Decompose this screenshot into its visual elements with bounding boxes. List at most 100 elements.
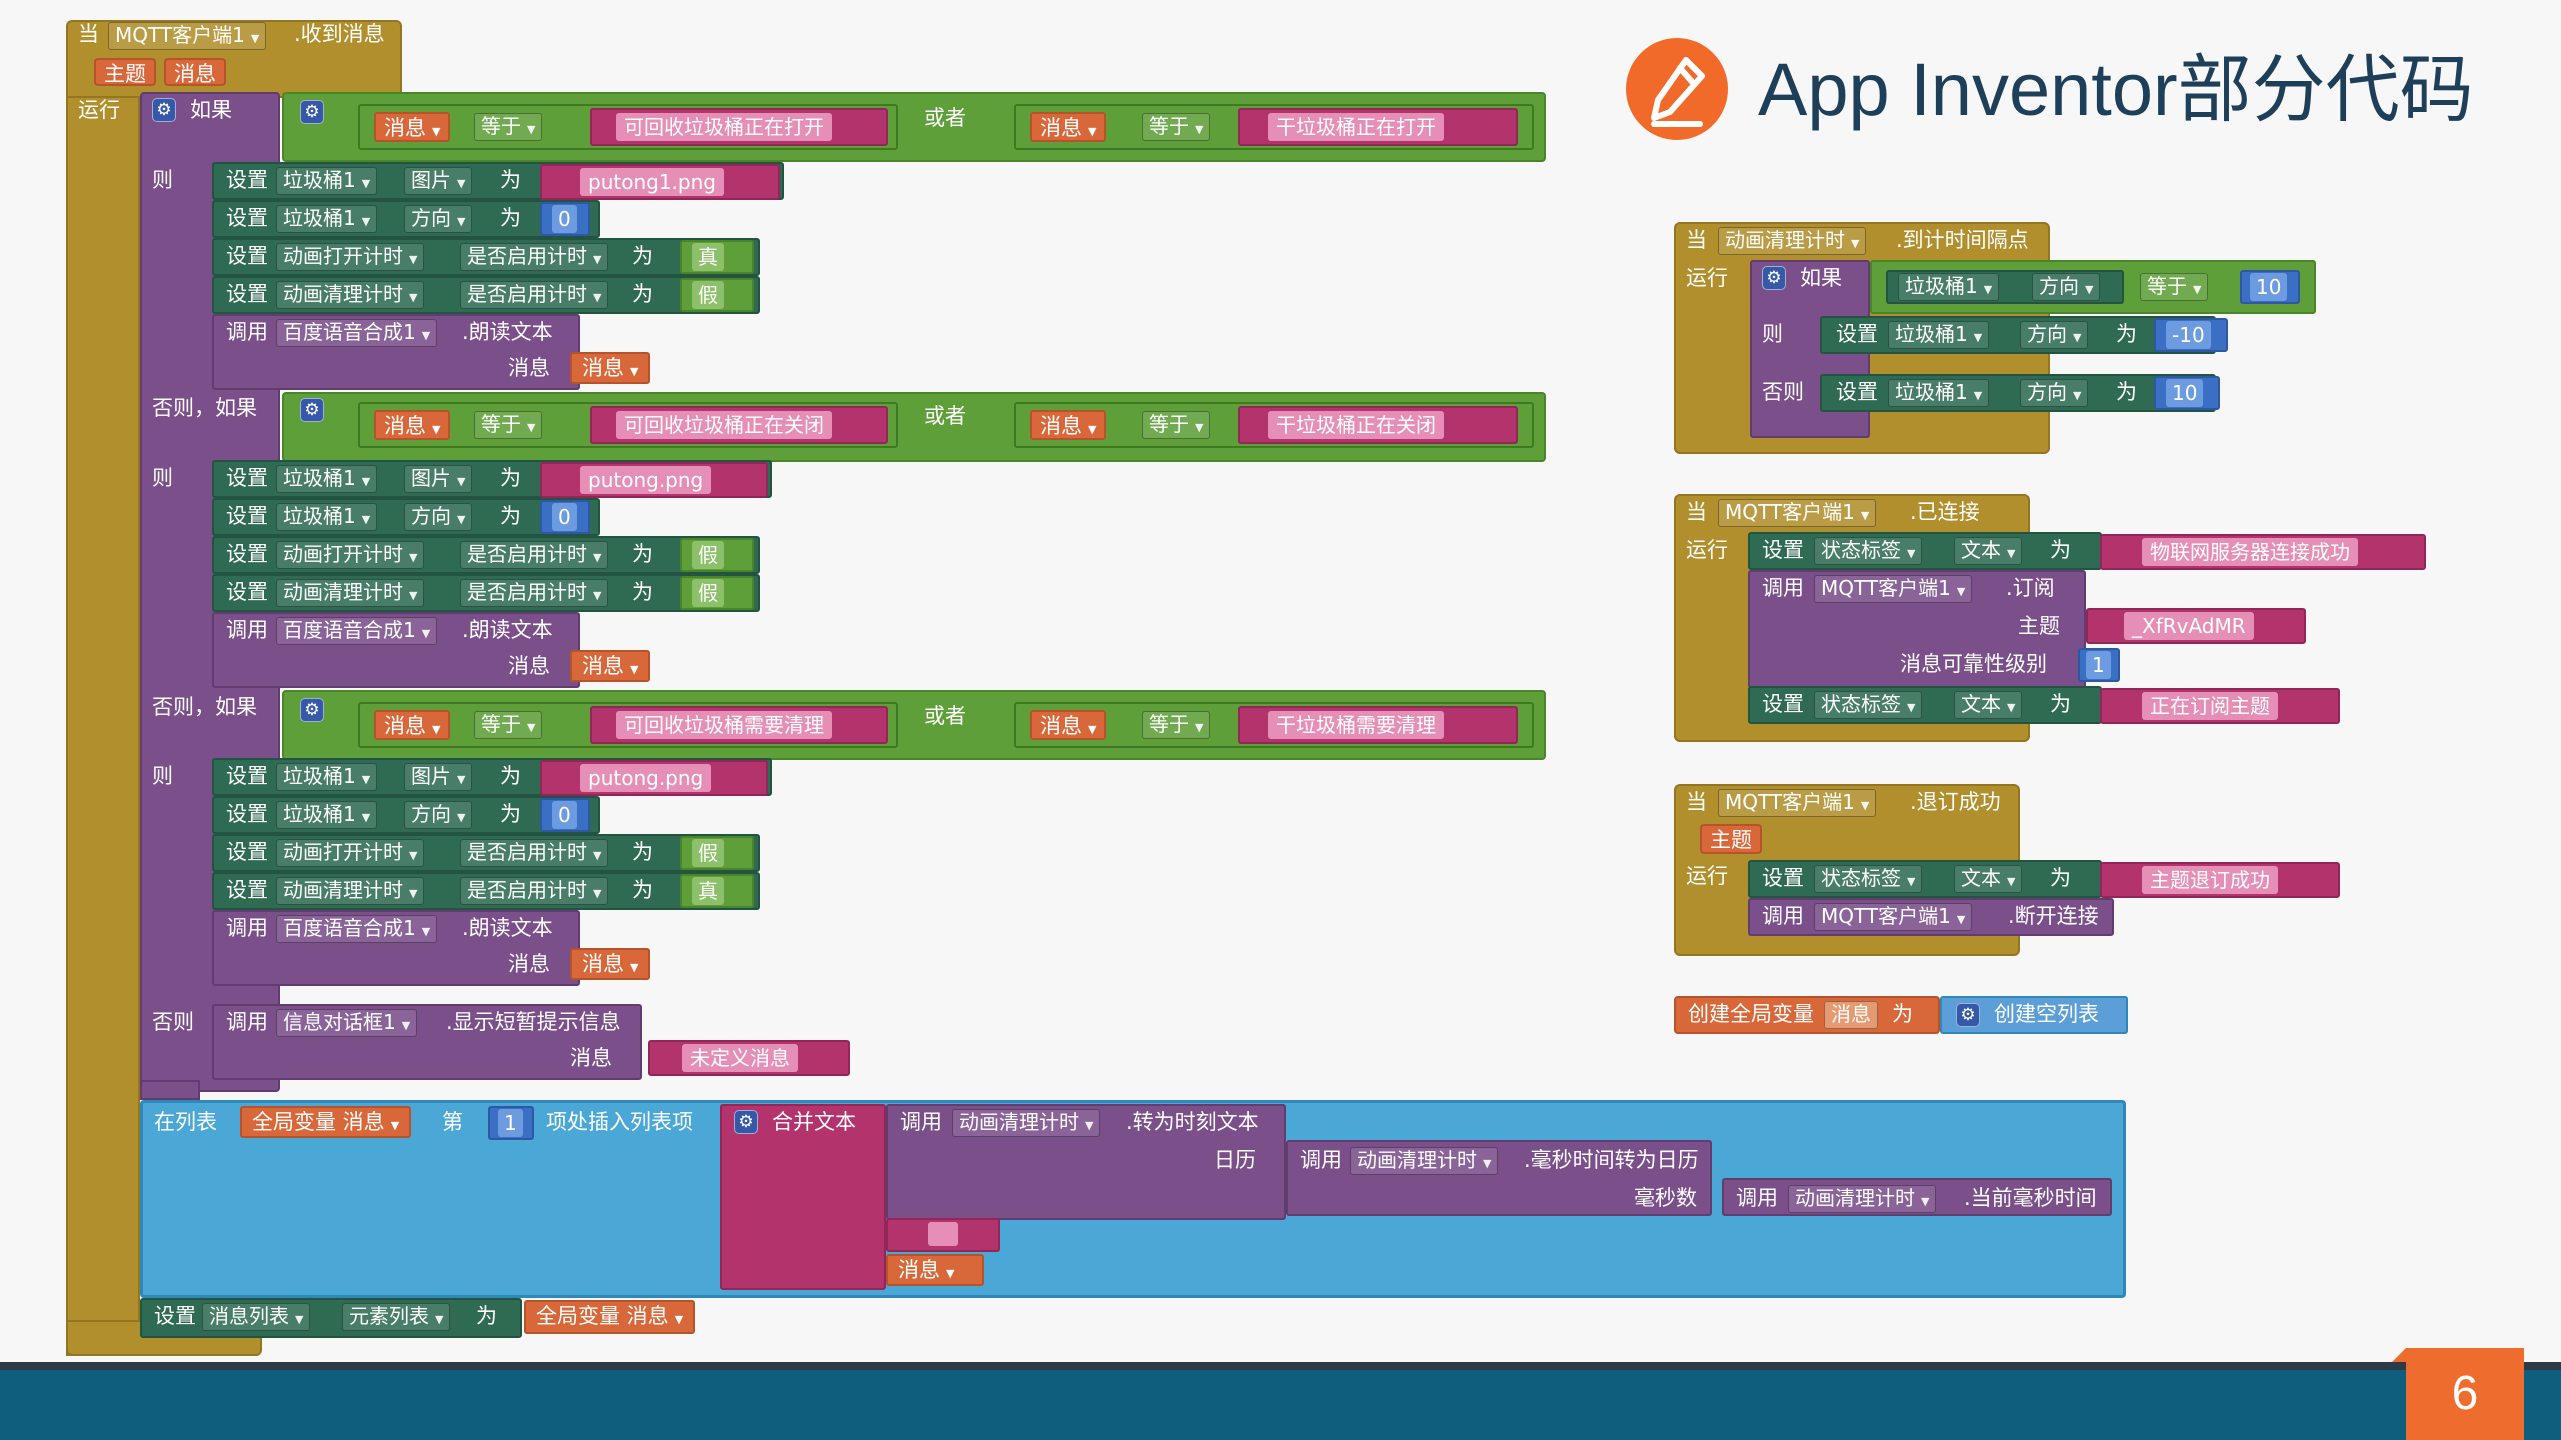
bin-dropdown[interactable]: 垃圾桶1 ▼ [276,763,378,791]
string-recyclable-full[interactable]: 可回收垃圾桶需要清理 [616,711,832,739]
prop-enabled[interactable]: 是否启用计时 ▼ [460,281,609,309]
if-mutator-icon[interactable]: ⚙ [1762,266,1786,290]
bool-false[interactable]: 假 [692,281,724,309]
number-zero[interactable]: 0 [552,801,577,829]
string-iot-ok[interactable]: 物联网服务器连接成功 [2142,538,2358,566]
mqtt-dropdown[interactable]: MQTT客户端1 ▼ [1718,789,1877,817]
number-one[interactable]: 1 [498,1109,523,1137]
number-neg-ten[interactable]: -10 [2166,321,2211,349]
get-message[interactable]: 消息 ▼ [374,112,451,142]
notifier-dropdown[interactable]: 信息对话框1 ▼ [276,1009,418,1037]
prop-enabled[interactable]: 是否启用计时 ▼ [460,839,609,867]
get-message[interactable]: 消息 ▼ [374,710,451,740]
bin-dropdown[interactable]: 垃圾桶1 ▼ [276,801,378,829]
status-dropdown[interactable]: 状态标签 ▼ [1814,537,1923,565]
anim-clean-dropdown[interactable]: 动画清理计时 ▼ [952,1109,1101,1137]
empty-string[interactable] [928,1222,958,1246]
get-message[interactable]: 消息 ▼ [1030,410,1107,440]
or-mutator-icon-3[interactable]: ⚙ [300,698,324,722]
prop-heading[interactable]: 方向 ▼ [2032,273,2101,301]
prop-heading[interactable]: 方向 ▼ [404,801,473,829]
string-img2[interactable]: putong.png [580,466,712,494]
string-dry-open[interactable]: 干垃圾桶正在打开 [1268,113,1444,141]
prop-image[interactable]: 图片 ▼ [404,763,473,791]
tts-dropdown[interactable]: 百度语音合成1 ▼ [276,319,438,347]
or-mutator-icon-2[interactable]: ⚙ [300,398,324,422]
prop-text[interactable]: 文本 ▼ [1954,537,2023,565]
equals-dropdown[interactable]: 等于 ▼ [474,113,543,141]
mqtt-dropdown[interactable]: MQTT客户端1 ▼ [1814,903,1973,931]
if-mutator-icon[interactable]: ⚙ [152,98,176,122]
msglist-dropdown[interactable]: 消息列表 ▼ [202,1303,311,1331]
anim-clean-dropdown[interactable]: 动画清理计时 ▼ [1718,227,1867,255]
bin-dropdown[interactable]: 垃圾桶1 ▼ [276,205,378,233]
param-topic[interactable]: 主题 [94,58,156,86]
bin-dropdown[interactable]: 垃圾桶1 ▼ [276,503,378,531]
bin-dropdown[interactable]: 垃圾桶1 ▼ [1898,273,2000,301]
equals-dropdown[interactable]: 等于 ▼ [1142,113,1211,141]
string-img2[interactable]: putong.png [580,764,712,792]
equals-dropdown[interactable]: 等于 ▼ [474,411,543,439]
anim-clean-dropdown[interactable]: 动画清理计时 ▼ [1788,1185,1937,1213]
prop-enabled[interactable]: 是否启用计时 ▼ [460,579,609,607]
string-undefined-msg[interactable]: 未定义消息 [682,1044,798,1072]
prop-enabled[interactable]: 是否启用计时 ▼ [460,877,609,905]
get-message[interactable]: 消息 ▼ [570,352,651,384]
number-ten[interactable]: 10 [2166,379,2204,407]
equals-dropdown[interactable]: 等于 ▼ [1142,411,1211,439]
string-recyclable-close[interactable]: 可回收垃圾桶正在关闭 [616,411,832,439]
anim-open-dropdown[interactable]: 动画打开计时 ▼ [276,243,425,271]
anim-open-dropdown[interactable]: 动画打开计时 ▼ [276,839,425,867]
prop-elements[interactable]: 元素列表 ▼ [342,1303,451,1331]
prop-heading[interactable]: 方向 ▼ [2020,379,2089,407]
number-zero[interactable]: 0 [552,205,577,233]
or-mutator-icon-1[interactable]: ⚙ [300,100,324,124]
string-subscribing[interactable]: 正在订阅主题 [2142,692,2278,720]
bool-true[interactable]: 真 [692,243,724,271]
bin-dropdown[interactable]: 垃圾桶1 ▼ [1888,321,1990,349]
anim-clean-dropdown[interactable]: 动画清理计时 ▼ [276,579,425,607]
bin-dropdown[interactable]: 垃圾桶1 ▼ [276,465,378,493]
bool-false[interactable]: 假 [692,579,724,607]
tts-dropdown[interactable]: 百度语音合成1 ▼ [276,617,438,645]
prop-heading[interactable]: 方向 ▼ [404,503,473,531]
bool-true[interactable]: 真 [692,877,724,905]
get-message[interactable]: 消息 ▼ [886,1254,984,1286]
prop-heading[interactable]: 方向 ▼ [2020,321,2089,349]
anim-clean-dropdown[interactable]: 动画清理计时 ▼ [276,281,425,309]
string-unsub-done[interactable]: 主题退订成功 [2142,866,2278,894]
mqtt-dropdown[interactable]: MQTT客户端1 ▼ [108,22,267,50]
string-recyclable-open[interactable]: 可回收垃圾桶正在打开 [616,113,832,141]
mqtt-dropdown[interactable]: MQTT客户端1 ▼ [1718,499,1877,527]
prop-text[interactable]: 文本 ▼ [1954,865,2023,893]
get-message[interactable]: 消息 ▼ [1030,112,1107,142]
equals-dropdown[interactable]: 等于 ▼ [2140,273,2209,301]
number-zero[interactable]: 0 [552,503,577,531]
param-topic[interactable]: 主题 [1700,824,1762,854]
string-dry-full[interactable]: 干垃圾桶需要清理 [1268,711,1444,739]
number-one[interactable]: 1 [2086,651,2111,679]
status-dropdown[interactable]: 状态标签 ▼ [1814,865,1923,893]
status-dropdown[interactable]: 状态标签 ▼ [1814,691,1923,719]
string-dry-close[interactable]: 干垃圾桶正在关闭 [1268,411,1444,439]
param-message[interactable]: 消息 [164,58,226,86]
string-topic-id[interactable]: _XfRvAdMR [2124,612,2254,640]
get-message[interactable]: 消息 ▼ [374,410,451,440]
get-message[interactable]: 消息 ▼ [570,948,651,980]
string-img1[interactable]: putong1.png [580,168,724,196]
list-mutator-icon[interactable]: ⚙ [1956,1003,1980,1027]
anim-clean-dropdown[interactable]: 动画清理计时 ▼ [276,877,425,905]
number-ten[interactable]: 10 [2250,273,2288,301]
prop-image[interactable]: 图片 ▼ [404,167,473,195]
equals-dropdown[interactable]: 等于 ▼ [474,711,543,739]
prop-enabled[interactable]: 是否启用计时 ▼ [460,243,609,271]
prop-enabled[interactable]: 是否启用计时 ▼ [460,541,609,569]
get-message[interactable]: 消息 ▼ [570,650,651,682]
equals-dropdown[interactable]: 等于 ▼ [1142,711,1211,739]
get-global-message[interactable]: 全局变量 消息 ▼ [524,1300,696,1334]
prop-text[interactable]: 文本 ▼ [1954,691,2023,719]
prop-heading[interactable]: 方向 ▼ [404,205,473,233]
get-global-message[interactable]: 全局变量 消息 ▼ [240,1106,412,1138]
prop-image[interactable]: 图片 ▼ [404,465,473,493]
set-msglist-elements[interactable] [140,1298,522,1338]
